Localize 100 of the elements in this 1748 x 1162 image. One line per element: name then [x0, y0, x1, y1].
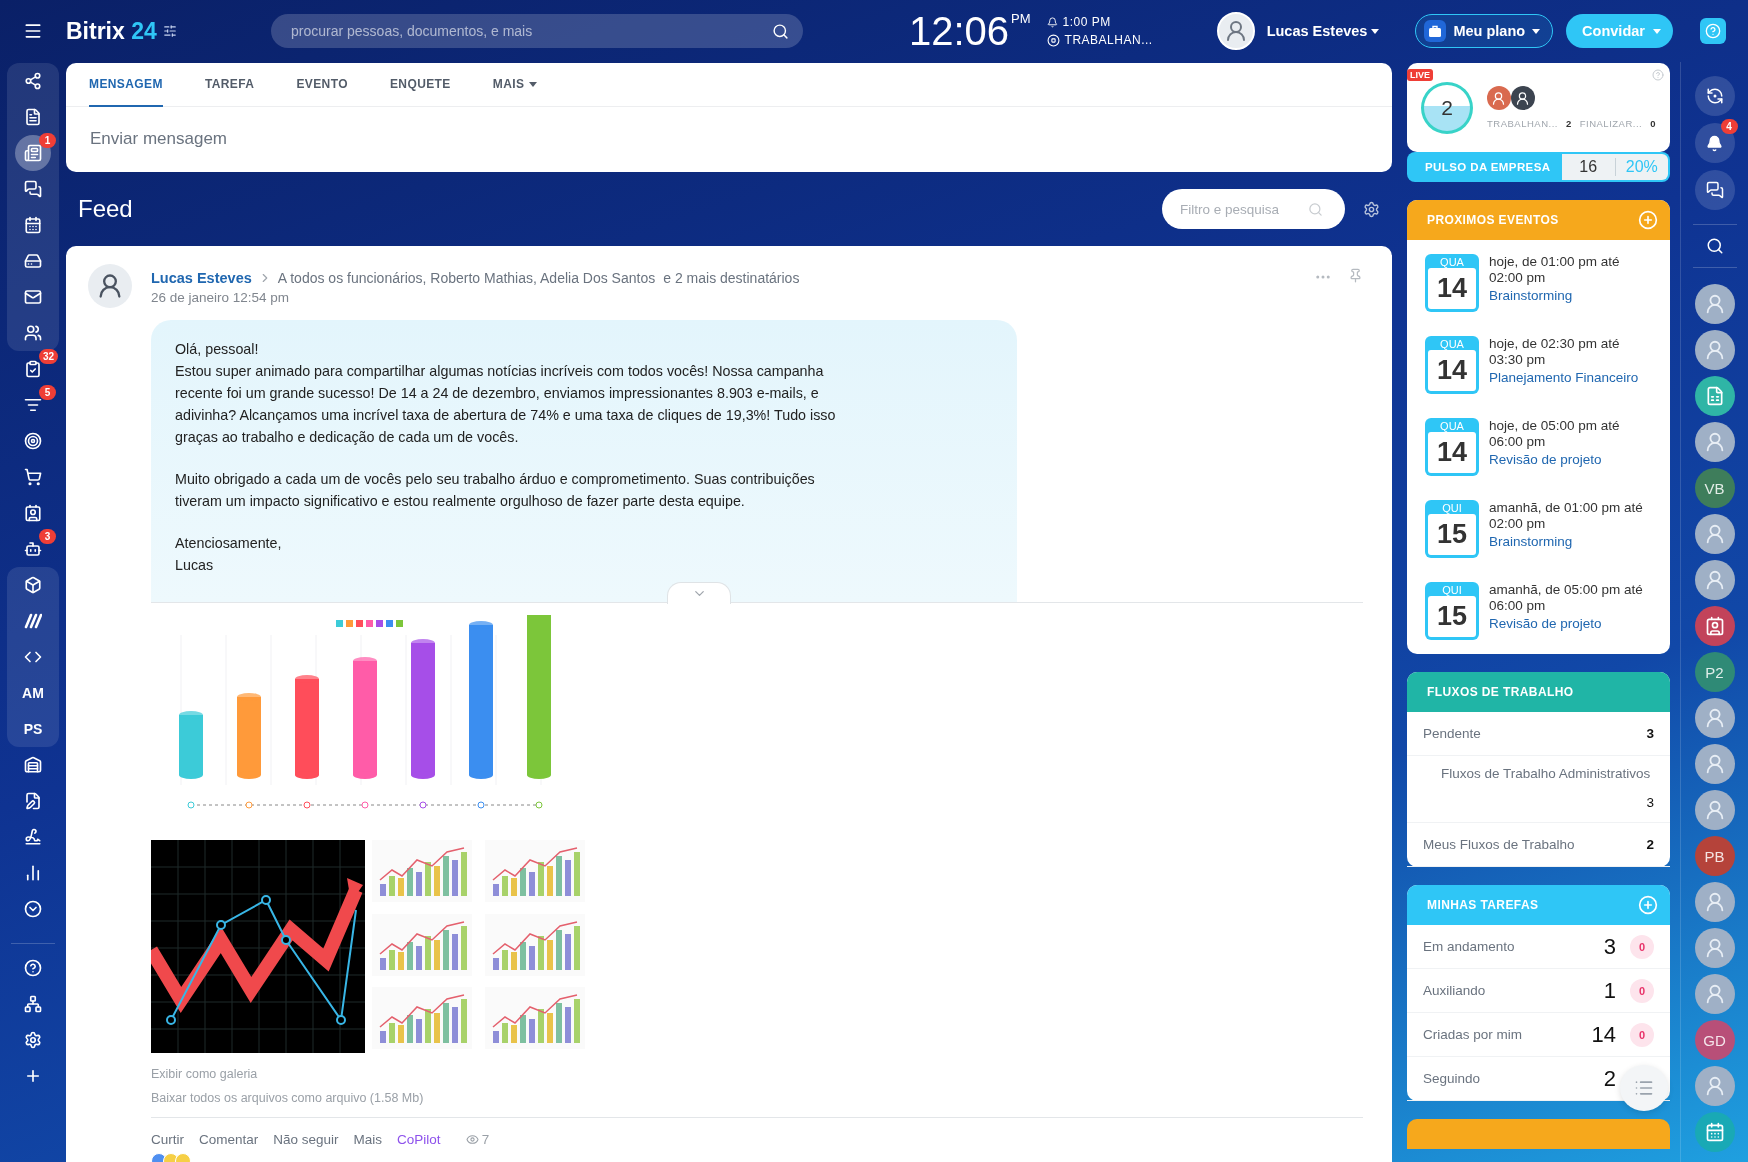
- task-label[interactable]: Em andamento: [1423, 939, 1515, 954]
- help-button[interactable]: [1700, 18, 1726, 44]
- download-link[interactable]: Baixar todos os arquivos como arquivo (1.58 Mb): [151, 1091, 424, 1105]
- user-avatar[interactable]: [1216, 12, 1255, 50]
- menu-fab-button[interactable]: [1620, 1065, 1668, 1111]
- nodes-icon: [24, 72, 42, 90]
- event-time: hoje, de 01:00 pm até 02:00 pm: [1489, 254, 1621, 286]
- composer-tab[interactable]: ENQUETE: [389, 63, 451, 107]
- task-count: 2: [1602, 1065, 1616, 1092]
- widget-title: PROXIMOS EVENTOS: [1427, 213, 1559, 227]
- search-icon[interactable]: [772, 22, 789, 40]
- task-label[interactable]: Seguindo: [1423, 1071, 1481, 1086]
- message-text: Atenciosamente,: [175, 534, 282, 553]
- views-count: 7: [481, 1132, 490, 1147]
- author-avatar[interactable]: [88, 264, 132, 308]
- initials-avatar[interactable]: PB: [1694, 836, 1735, 876]
- bar-chart-icon: [24, 864, 42, 882]
- avatar[interactable]: [1694, 882, 1735, 922]
- avatar[interactable]: [1694, 284, 1735, 324]
- avatar[interactable]: [1694, 514, 1735, 554]
- active-count[interactable]: 2: [1421, 81, 1473, 134]
- filter-icon: [24, 396, 42, 414]
- workflow-label[interactable]: Meus Fluxos de Trabalho: [1423, 837, 1575, 852]
- plan-button[interactable]: Meu plano: [1415, 14, 1554, 48]
- composer-tab[interactable]: TAREFA: [204, 63, 255, 107]
- task-label[interactable]: Criadas por mim: [1423, 1027, 1523, 1042]
- author-link[interactable]: Lucas Esteves: [151, 270, 252, 286]
- logo-text: Bitrix 24: [66, 17, 157, 45]
- post-action-link[interactable]: Não seguir: [273, 1132, 339, 1147]
- caret-icon: [1652, 28, 1661, 34]
- event-title-link[interactable]: Revisão de projeto: [1489, 452, 1602, 467]
- composer-tab[interactable]: MAIS: [492, 63, 538, 107]
- task-count: 1: [1602, 977, 1616, 1004]
- eye-icon: [465, 1133, 479, 1146]
- workflow-label[interactable]: Fluxos de Trabalho Administrativos: [1441, 766, 1651, 781]
- document-chat-button[interactable]: [1694, 376, 1735, 416]
- sliders-icon[interactable]: [162, 24, 177, 38]
- work-status[interactable]: TRABALHAN...: [1064, 33, 1153, 47]
- message-text: Muito obrigado a cada um de vocês pelo seu trabalho árduo e comprometimento. Suas contribuições tiveram um impacto significativo e estou realmente orgulhoso de fazer parte desta equipe.: [175, 470, 816, 511]
- chat-button[interactable]: [1694, 170, 1735, 210]
- search-field[interactable]: procurar pessoas, documentos, e mais: [271, 14, 803, 48]
- alarm-time: 1:00 PM: [1062, 15, 1111, 29]
- search-button[interactable]: [1692, 224, 1737, 268]
- calendar-button[interactable]: [1694, 1112, 1735, 1152]
- company-pulse-bar[interactable]: PULSO DA EMPRESA 16 20%: [1407, 152, 1670, 182]
- message-text: Estou super animado para compartilhar algumas notícias incríveis com todos vocês! Nossa campanha recente foi um grande sucesso! De 14 a 24 de dezembro, enviamos impressionantes 8.903 e-mails, e adivinha? Alcançamos uma incrível taxa de abertura de 74% e uma taxa de cliques de 19,3%! Tudo isso graças ao trabalho e dedicação de cada um de vocês.: [175, 362, 837, 447]
- bell-icon: [1046, 16, 1058, 28]
- cart-icon: [24, 468, 42, 486]
- avatar[interactable]: [1694, 790, 1735, 830]
- event-time: amanhã, de 05:00 pm até 06:00 pm: [1489, 582, 1644, 614]
- users-icon: [24, 324, 42, 342]
- document-icon: [24, 108, 42, 126]
- stat-value: 0: [1650, 118, 1656, 129]
- post-action-link[interactable]: Curtir: [151, 1132, 184, 1147]
- composer-tab[interactable]: MENSAGEM: [89, 63, 163, 107]
- sidebar-item[interactable]: AM: [15, 675, 51, 711]
- event-title-link[interactable]: Brainstorming: [1489, 288, 1573, 303]
- list-icon: [1634, 1078, 1654, 1098]
- avatar[interactable]: [1511, 86, 1535, 110]
- search-input[interactable]: procurar pessoas, documentos, e mais: [289, 22, 772, 40]
- notifications-button[interactable]: [1694, 123, 1735, 163]
- post-action-link[interactable]: CoPilot: [397, 1132, 441, 1147]
- user-name[interactable]: Lucas Esteves: [1266, 23, 1380, 39]
- recipients-text[interactable]: A todos os funcionários, Roberto Mathias, Adelia Dos Santos: [277, 270, 656, 286]
- contact-card-chat-button[interactable]: [1694, 606, 1735, 646]
- initials-avatar[interactable]: GD: [1694, 1020, 1735, 1060]
- settings-icon[interactable]: [1363, 200, 1380, 218]
- avatar[interactable]: [1694, 744, 1735, 784]
- initials-avatar[interactable]: VB: [1694, 468, 1735, 508]
- calendar-icon: [24, 216, 42, 234]
- stop-icon[interactable]: [1046, 33, 1060, 47]
- user-icon: [1491, 90, 1507, 106]
- post-action-link[interactable]: Comentar: [199, 1132, 259, 1147]
- menu-icon[interactable]: [23, 21, 43, 41]
- task-label[interactable]: Auxiliando: [1423, 983, 1486, 998]
- sidebar-item[interactable]: PS: [15, 711, 51, 747]
- live-badge: LIVE: [1407, 69, 1433, 81]
- widget-title: MINHAS TAREFAS: [1427, 898, 1539, 912]
- sidebar-newspaper-button[interactable]: [15, 135, 51, 171]
- gallery-link[interactable]: Exibir como galeria: [151, 1067, 258, 1081]
- initials-avatar[interactable]: P2: [1694, 652, 1735, 692]
- date-tile: QUA 14: [1425, 336, 1479, 394]
- more-recipients-link[interactable]: e 2 mais destinatários: [663, 270, 800, 286]
- event-title-link[interactable]: Revisão de projeto: [1489, 616, 1602, 631]
- event-title-link[interactable]: Brainstorming: [1489, 534, 1573, 549]
- date-tile: QUI 15: [1425, 500, 1479, 558]
- briefcase-icon: [1424, 20, 1447, 42]
- pulse-percent: 20%: [1624, 158, 1659, 176]
- avatar[interactable]: [1694, 330, 1735, 370]
- event-title-link[interactable]: Planejamento Financeiro: [1489, 370, 1639, 385]
- composer-tab[interactable]: EVENTO: [296, 63, 348, 107]
- robot-icon: [24, 540, 42, 558]
- avatar[interactable]: [1694, 560, 1735, 600]
- avatar[interactable]: [1694, 698, 1735, 738]
- filter-search-field[interactable]: Filtro e pesquisa: [1162, 189, 1345, 229]
- post-action-link[interactable]: Mais: [353, 1132, 383, 1147]
- workflow-label[interactable]: Pendente: [1423, 726, 1481, 741]
- avatar[interactable]: [1694, 422, 1735, 462]
- workflow-count: 3: [1646, 795, 1655, 810]
- search-icon: [1705, 237, 1724, 255]
